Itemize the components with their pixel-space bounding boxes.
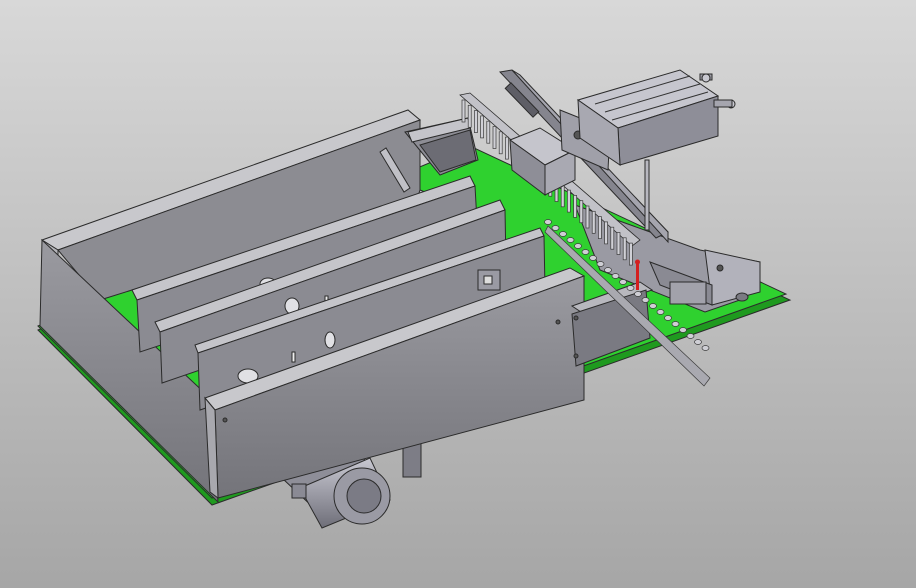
strip-pin [544, 219, 552, 225]
strip-pin [611, 273, 620, 279]
strip-pin [641, 297, 650, 303]
strip-pin [679, 327, 687, 333]
sensor-block [477, 269, 501, 291]
comb-tooth [585, 205, 590, 229]
comb-tooth [467, 104, 472, 128]
comb-tooth [573, 195, 577, 218]
comb-tooth [598, 216, 602, 239]
strip-pin [686, 333, 695, 339]
comb-tooth [579, 200, 584, 224]
strip-pin [626, 285, 635, 291]
strip-pin [566, 237, 575, 243]
comb-tooth [505, 136, 509, 160]
comb-tooth [474, 110, 478, 133]
strip-pin [656, 309, 665, 315]
strip-pin [671, 321, 680, 327]
strip-pin [574, 243, 582, 249]
strip-pin [551, 225, 560, 231]
strip-pin [649, 303, 657, 309]
comb-tooth [604, 221, 608, 245]
comb-tooth [560, 184, 565, 208]
strip-pin [634, 291, 642, 297]
comb-tooth [629, 242, 633, 266]
comb-tooth [622, 237, 627, 261]
strip-pin [664, 315, 672, 321]
comb-tooth [610, 226, 615, 250]
comb-tooth [480, 115, 484, 139]
strip-pin [581, 249, 590, 255]
cad-model-render [0, 0, 916, 588]
cad-viewport[interactable] [0, 0, 916, 588]
comb-tooth [492, 126, 497, 149]
strip-pin [694, 339, 702, 345]
strip-pin [596, 261, 605, 267]
comb-tooth [616, 232, 621, 255]
comb-tooth [461, 99, 466, 123]
comb-tooth [567, 189, 571, 213]
comb-tooth [498, 131, 503, 155]
strip-pin [589, 255, 597, 261]
board-knob [735, 292, 749, 302]
comb-tooth [591, 210, 596, 234]
strip-pin [619, 279, 627, 285]
strip-pin [604, 267, 612, 273]
strip-pin [559, 231, 567, 237]
comb-tooth [486, 120, 491, 144]
strip-pin [701, 345, 710, 351]
